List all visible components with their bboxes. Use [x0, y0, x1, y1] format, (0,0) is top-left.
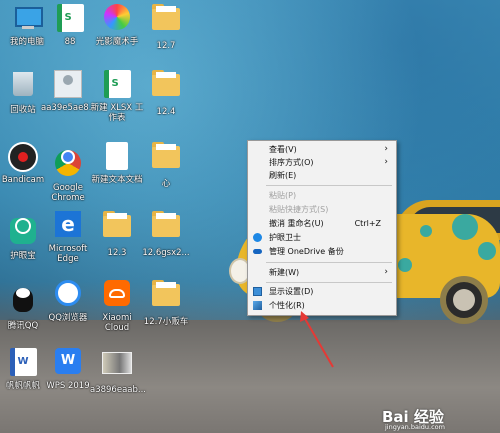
- annotation-arrow: [300, 311, 334, 368]
- desktop[interactable]: 我的电脑 S 88 光影魔术手 12.7 回收站 aa39e5ae8... S …: [0, 0, 500, 433]
- watermark-url: jingyan.baidu.com: [385, 423, 445, 431]
